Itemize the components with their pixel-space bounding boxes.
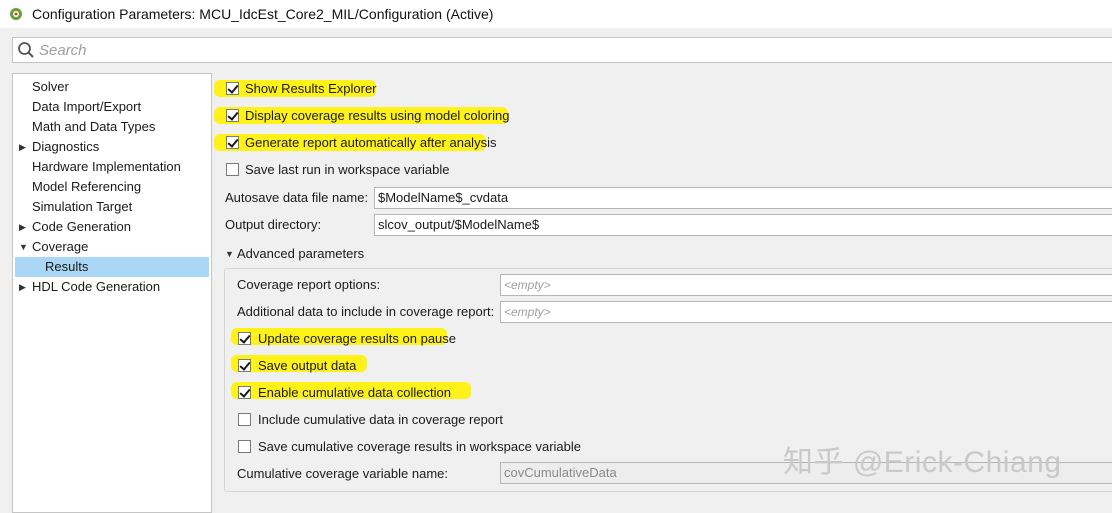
include-cumulative-checkbox[interactable] <box>238 413 251 426</box>
search-input[interactable] <box>39 39 1109 61</box>
tree-item-label: Data Import/Export <box>32 99 142 114</box>
save-last-run-checkbox[interactable] <box>226 163 239 176</box>
include-cumulative-label: Include cumulative data in coverage repo… <box>258 412 503 427</box>
tree-item-diagnostics[interactable]: ▶ Diagnostics <box>15 137 209 157</box>
tree-item-solver[interactable]: Solver <box>15 77 209 97</box>
tree-item-hdl-code-generation[interactable]: ▶ HDL Code Generation <box>15 277 209 297</box>
tree-item-label: Simulation Target <box>32 199 133 214</box>
show-results-explorer-label: Show Results Explorer <box>245 81 377 96</box>
generate-report-checkbox[interactable] <box>226 136 239 149</box>
tree-item-hardware-implementation[interactable]: Hardware Implementation <box>15 157 209 177</box>
search-bar[interactable] <box>12 37 1112 63</box>
report-options-label: Coverage report options: <box>237 277 381 292</box>
cumulative-collection-label: Enable cumulative data collection <box>258 385 451 400</box>
display-coverage-coloring-label: Display coverage results using model col… <box>245 108 510 123</box>
watermark: 知乎 @Erick-Chiang <box>783 446 1062 479</box>
cumulative-var-label: Cumulative coverage variable name: <box>237 466 448 481</box>
tree-item-simulation-target[interactable]: Simulation Target <box>15 197 209 217</box>
gear-icon <box>10 8 22 20</box>
tree-item-label: Diagnostics <box>32 139 100 154</box>
tree-item-data-import-export[interactable]: Data Import/Export <box>15 97 209 117</box>
search-icon <box>18 42 34 58</box>
output-directory-label: Output directory: <box>225 217 322 232</box>
title-bar: Configuration Parameters: MCU_IdcEst_Cor… <box>0 0 1112 28</box>
save-cumulative-label: Save cumulative coverage results in work… <box>258 439 581 454</box>
autosave-file-input[interactable]: $ModelName$_cvdata <box>374 187 1112 209</box>
save-output-data-checkbox[interactable] <box>238 359 251 372</box>
save-cumulative-checkbox[interactable] <box>238 440 251 453</box>
update-on-pause-checkbox[interactable] <box>238 332 251 345</box>
output-directory-input[interactable]: slcov_output/$ModelName$ <box>374 214 1112 236</box>
generate-report-label: Generate report automatically after anal… <box>245 135 497 150</box>
tree-item-label: Math and Data Types <box>32 119 156 134</box>
tree-item-label: Code Generation <box>32 219 132 234</box>
expand-arrow-icon[interactable]: ▶ <box>19 217 26 237</box>
tree-item-label: Results <box>45 259 89 274</box>
advanced-parameters-header[interactable]: Advanced parameters <box>237 246 364 262</box>
save-output-data-label: Save output data <box>258 358 357 373</box>
tree-item-label: Model Referencing <box>32 179 142 194</box>
save-last-run-label: Save last run in workspace variable <box>245 162 450 177</box>
tree-item-label: Coverage <box>32 239 89 254</box>
expand-arrow-icon[interactable]: ▶ <box>19 137 26 157</box>
tree-item-math-and-data-types[interactable]: Math and Data Types <box>15 117 209 137</box>
show-results-explorer-checkbox[interactable] <box>226 82 239 95</box>
window-title: Configuration Parameters: MCU_IdcEst_Cor… <box>32 6 494 22</box>
category-tree: Solver Data Import/Export Math and Data … <box>12 73 212 513</box>
tree-item-label: Hardware Implementation <box>32 159 181 174</box>
additional-data-label: Additional data to include in coverage r… <box>237 304 495 319</box>
tree-item-label: HDL Code Generation <box>32 279 161 294</box>
collapse-arrow-icon[interactable]: ▼ <box>19 237 28 257</box>
tree-item-coverage[interactable]: ▼ Coverage <box>15 237 209 257</box>
expand-arrow-icon[interactable]: ▶ <box>19 277 26 297</box>
tree-item-model-referencing[interactable]: Model Referencing <box>15 177 209 197</box>
report-options-input[interactable]: <empty> <box>500 274 1112 296</box>
tree-item-label: Solver <box>32 79 69 94</box>
tree-item-results[interactable]: Results <box>15 257 209 277</box>
display-coverage-coloring-checkbox[interactable] <box>226 109 239 122</box>
update-on-pause-label: Update coverage results on pause <box>258 331 457 346</box>
additional-data-input[interactable]: <empty> <box>500 301 1112 323</box>
cumulative-collection-checkbox[interactable] <box>238 386 251 399</box>
tree-item-code-generation[interactable]: ▶ Code Generation <box>15 217 209 237</box>
autosave-file-label: Autosave data file name: <box>225 190 369 205</box>
collapse-arrow-icon[interactable]: ▼ <box>225 249 234 259</box>
